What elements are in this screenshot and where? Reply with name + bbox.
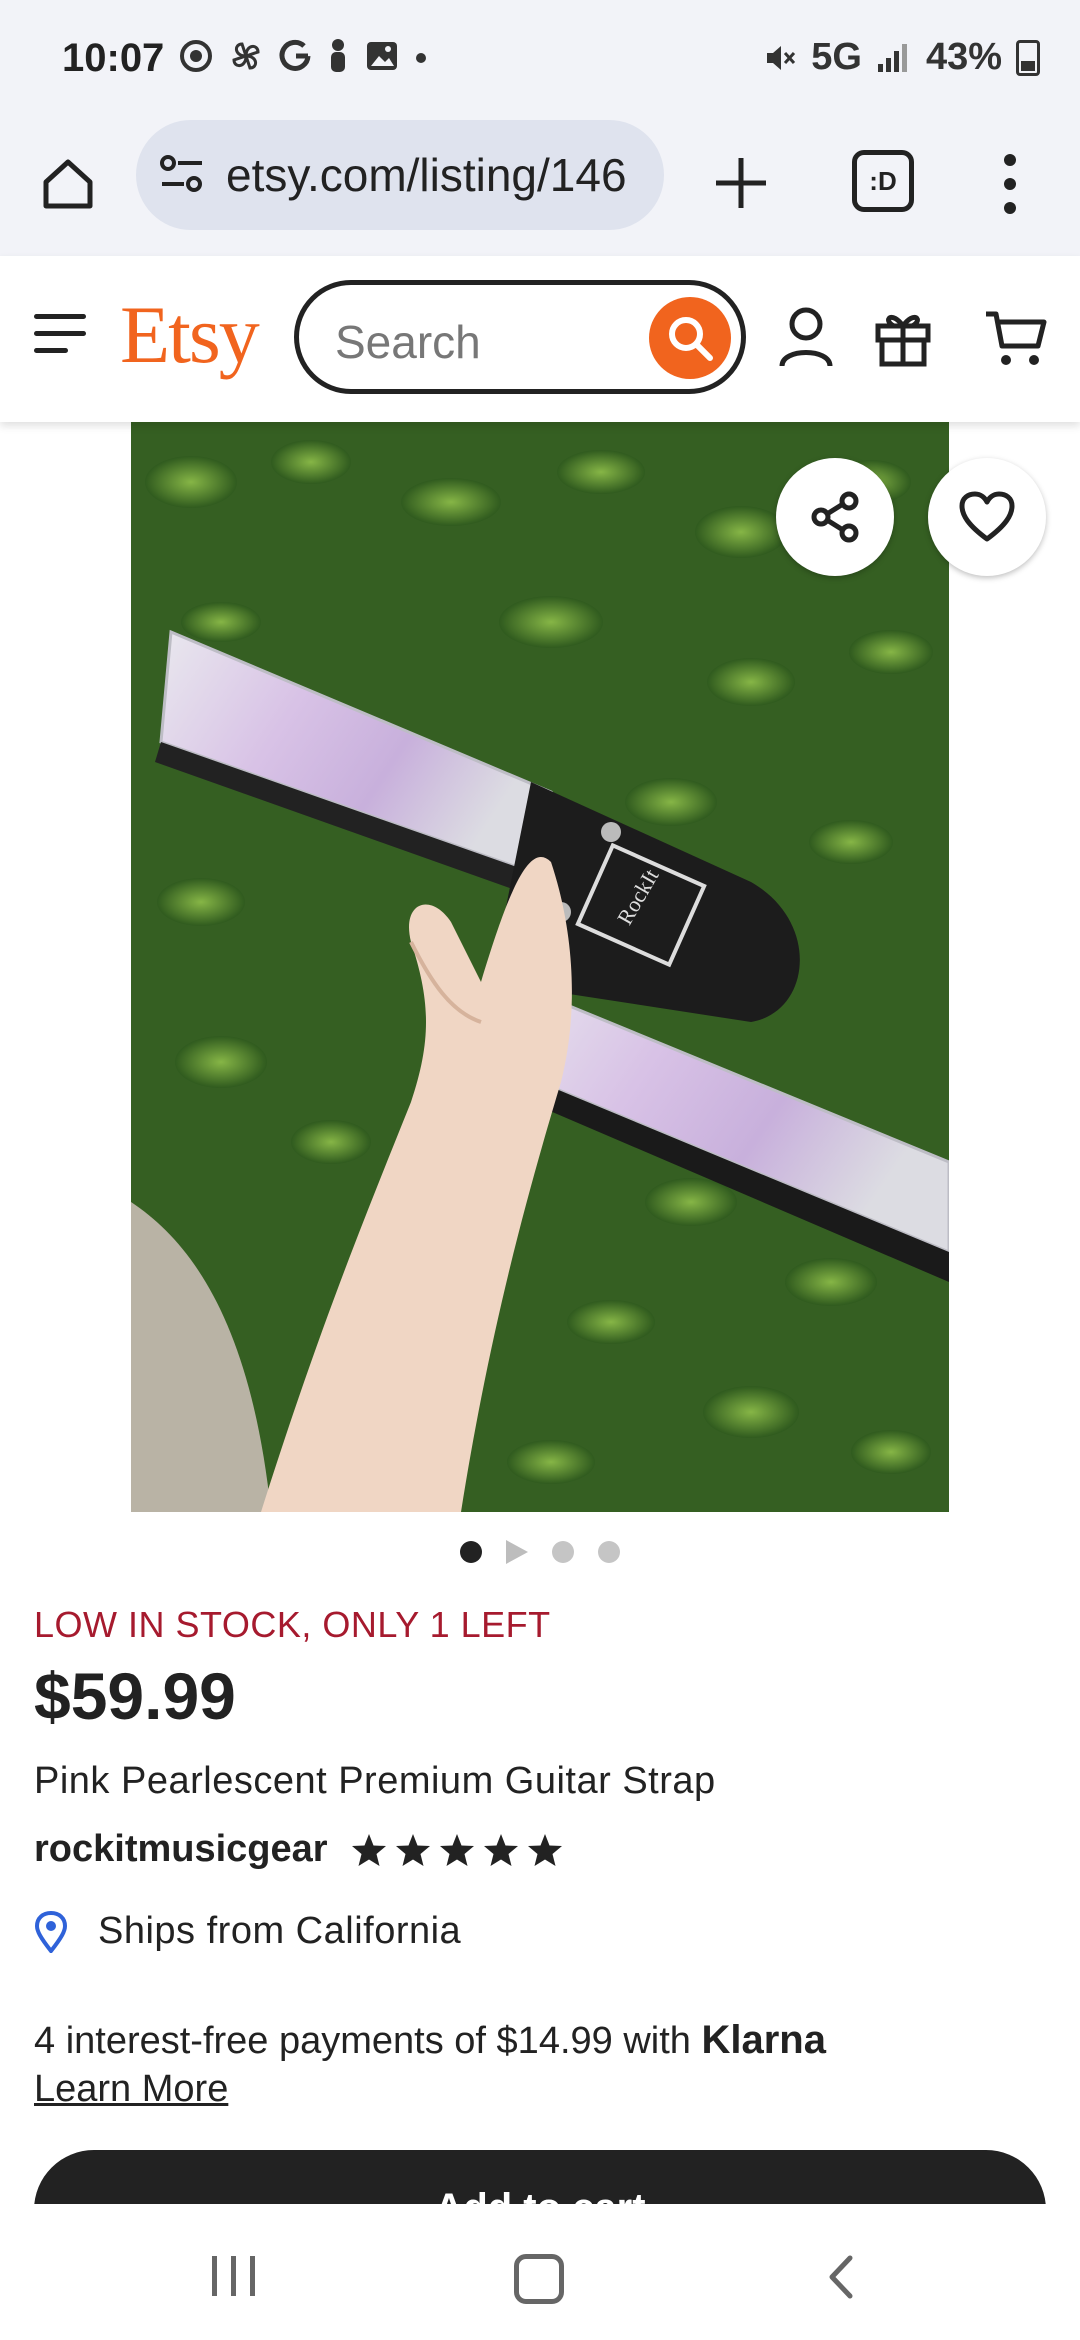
site-settings-icon[interactable]: [158, 152, 206, 196]
carousel-dot[interactable]: [598, 1541, 620, 1563]
home-icon: [43, 159, 93, 209]
share-icon: [811, 491, 859, 543]
mute-icon: [767, 45, 796, 70]
pinwheel-icon: [232, 42, 260, 70]
klarna-installments: 4 interest-free payments of $14.99 with …: [34, 2018, 826, 2063]
star-icon: [483, 1833, 518, 1866]
stock-notice: LOW IN STOCK, ONLY 1 LEFT: [34, 1604, 551, 1645]
cart-icon[interactable]: [984, 308, 1048, 368]
new-tab-plus-icon[interactable]: [706, 148, 776, 218]
signal-icon: [877, 43, 907, 72]
star-icon: [439, 1833, 474, 1866]
google-icon: [279, 39, 311, 71]
more-menu-icon[interactable]: [990, 146, 1030, 222]
product-title: Pink Pearlescent Premium Guitar Strap: [34, 1760, 716, 1802]
carousel-dot[interactable]: [552, 1541, 574, 1563]
hamburger-menu-icon[interactable]: [34, 314, 86, 356]
gift-icon[interactable]: [872, 306, 934, 368]
notification-icons: [178, 38, 428, 74]
address-bar[interactable]: etsy.com/listing/146: [136, 120, 664, 230]
star-icon: [395, 1833, 430, 1866]
carousel-indicators: [0, 1540, 1080, 1564]
system-status: 5G 43%: [763, 36, 1040, 79]
search-placeholder: Search: [335, 316, 481, 368]
record-icon: [180, 40, 212, 72]
battery-icon: [1016, 39, 1040, 76]
klarna-text: 4 interest-free payments of $14.99 with: [34, 2020, 691, 2062]
tab-count: :D: [869, 165, 897, 196]
learn-more-link[interactable]: Learn More: [34, 2068, 228, 2111]
gallery-icon: [367, 42, 397, 70]
status-bar: 10:07 5G 43%: [0, 0, 1080, 118]
star-icon: [527, 1833, 562, 1866]
tab-switcher-button[interactable]: :D: [852, 150, 914, 212]
share-button[interactable]: [776, 458, 894, 576]
ships-from-row: Ships from California: [34, 1910, 461, 1953]
browser-home-button[interactable]: [30, 146, 106, 222]
person-icon: [331, 39, 345, 72]
carousel-dot[interactable]: [460, 1541, 482, 1563]
network-label: 5G: [811, 36, 862, 78]
location-pin-icon: [34, 1910, 68, 1953]
shop-name-link[interactable]: rockitmusicgear: [34, 1828, 328, 1871]
battery-percent: 43%: [925, 36, 1002, 78]
star-icon: [351, 1833, 386, 1866]
klarna-brand: Klarna: [701, 2018, 826, 2062]
product-image[interactable]: RockIt: [131, 422, 949, 1512]
browser-toolbar: etsy.com/listing/146 :D: [0, 118, 1080, 258]
etsy-header: Etsy Search: [0, 256, 1080, 422]
guitar-strap-photo: RockIt: [131, 422, 949, 1512]
status-time: 10:07: [62, 36, 165, 80]
ships-from-text: Ships from California: [98, 1910, 462, 1952]
video-slide-play-icon[interactable]: [506, 1540, 528, 1564]
shop-rating-row: rockitmusicgear: [34, 1828, 564, 1871]
etsy-logo[interactable]: Etsy: [120, 288, 260, 382]
rating-stars[interactable]: [350, 1832, 564, 1868]
recent-apps-button[interactable]: [212, 2256, 255, 2296]
search-icon: [669, 317, 713, 361]
system-home-button[interactable]: [514, 2254, 564, 2304]
dot-icon: [416, 53, 426, 63]
search-button[interactable]: [649, 297, 731, 379]
back-icon[interactable]: [826, 2254, 856, 2300]
favorite-button[interactable]: [928, 458, 1046, 576]
url-text[interactable]: etsy.com/listing/146: [226, 148, 646, 202]
product-price: $59.99: [34, 1659, 236, 1733]
system-navigation-bar: [0, 2204, 1080, 2340]
search-input[interactable]: Search: [294, 280, 746, 394]
heart-icon: [959, 491, 1015, 542]
account-icon[interactable]: [778, 306, 834, 368]
